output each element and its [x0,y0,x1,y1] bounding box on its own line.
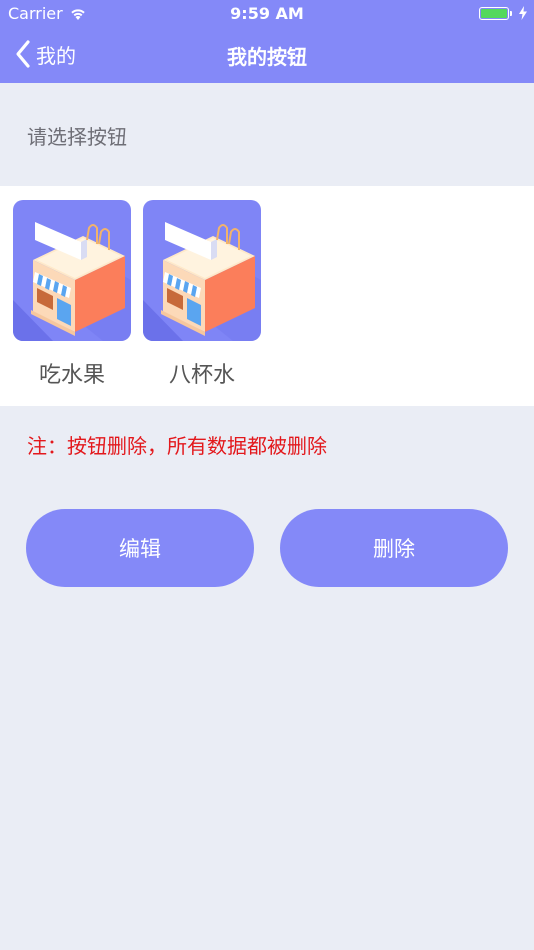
page-title: 我的按钮 [227,45,307,69]
status-time: 9:59 AM [230,4,304,23]
shop-icon [143,200,261,341]
edit-button[interactable]: 编辑 [26,509,254,587]
battery-tip [510,10,512,16]
shop-icon [13,200,131,341]
battery-level [481,8,507,18]
top-bar: Carrier 9:59 AM 我的 我的按钮 [0,0,534,83]
button-item-label: 八杯水 [168,363,235,388]
delete-warning-note: 注：按钮删除，所有数据都被删除 [27,434,327,458]
select-prompt: 请选择按钮 [27,125,127,149]
navigation-bar: 我的 我的按钮 [0,27,534,83]
charging-icon [519,6,527,20]
button-list-panel: 吃水果 八杯水 [0,186,534,406]
button-item-2[interactable]: 八杯水 [143,200,261,389]
button-item-1[interactable]: 吃水果 [13,200,131,389]
status-bar: Carrier 9:59 AM [0,0,534,27]
battery-indicator [479,6,528,20]
battery-icon [479,6,509,20]
button-item-label: 吃水果 [38,363,105,388]
delete-button[interactable]: 删除 [280,509,508,587]
